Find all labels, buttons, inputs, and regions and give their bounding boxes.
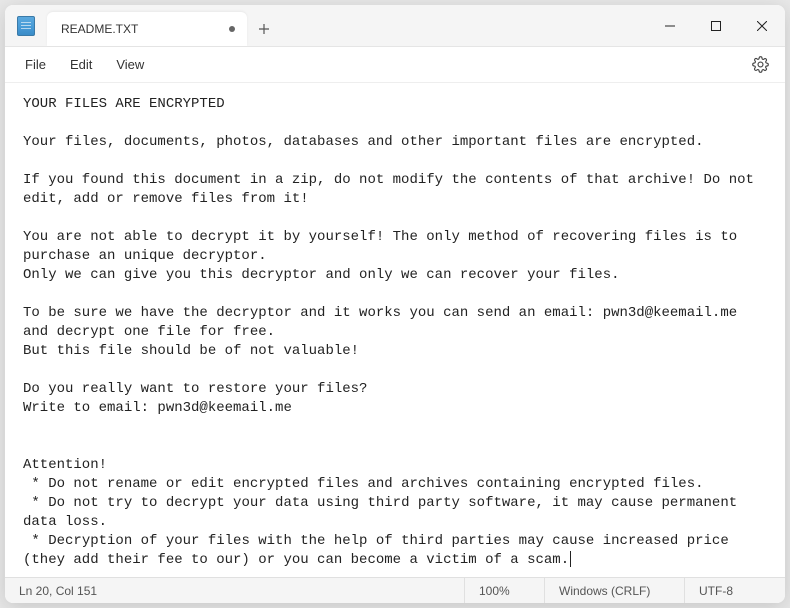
gear-icon bbox=[752, 56, 769, 73]
status-encoding[interactable]: UTF-8 bbox=[685, 578, 785, 603]
maximize-button[interactable] bbox=[693, 5, 739, 46]
settings-button[interactable] bbox=[743, 50, 777, 80]
menu-edit[interactable]: Edit bbox=[58, 51, 104, 78]
app-icon bbox=[5, 16, 47, 36]
text-editor[interactable]: YOUR FILES ARE ENCRYPTED Your files, doc… bbox=[5, 83, 785, 577]
menubar: File Edit View bbox=[5, 47, 785, 83]
close-button[interactable] bbox=[739, 5, 785, 46]
notepad-window: README.TXT File Edit View bbox=[5, 5, 785, 603]
new-tab-button[interactable] bbox=[247, 12, 281, 46]
status-position: Ln 20, Col 151 bbox=[5, 578, 465, 603]
status-line-ending[interactable]: Windows (CRLF) bbox=[545, 578, 685, 603]
tab-title: README.TXT bbox=[61, 22, 219, 36]
titlebar[interactable]: README.TXT bbox=[5, 5, 785, 47]
file-tab[interactable]: README.TXT bbox=[47, 12, 247, 46]
status-zoom[interactable]: 100% bbox=[465, 578, 545, 603]
window-controls bbox=[647, 5, 785, 46]
statusbar: Ln 20, Col 151 100% Windows (CRLF) UTF-8 bbox=[5, 577, 785, 603]
minimize-button[interactable] bbox=[647, 5, 693, 46]
modified-indicator-icon bbox=[229, 26, 235, 32]
text-caret-icon bbox=[570, 551, 571, 567]
menu-file[interactable]: File bbox=[13, 51, 58, 78]
menu-view[interactable]: View bbox=[104, 51, 156, 78]
document-text: YOUR FILES ARE ENCRYPTED Your files, doc… bbox=[23, 96, 762, 568]
notepad-icon bbox=[17, 16, 35, 36]
